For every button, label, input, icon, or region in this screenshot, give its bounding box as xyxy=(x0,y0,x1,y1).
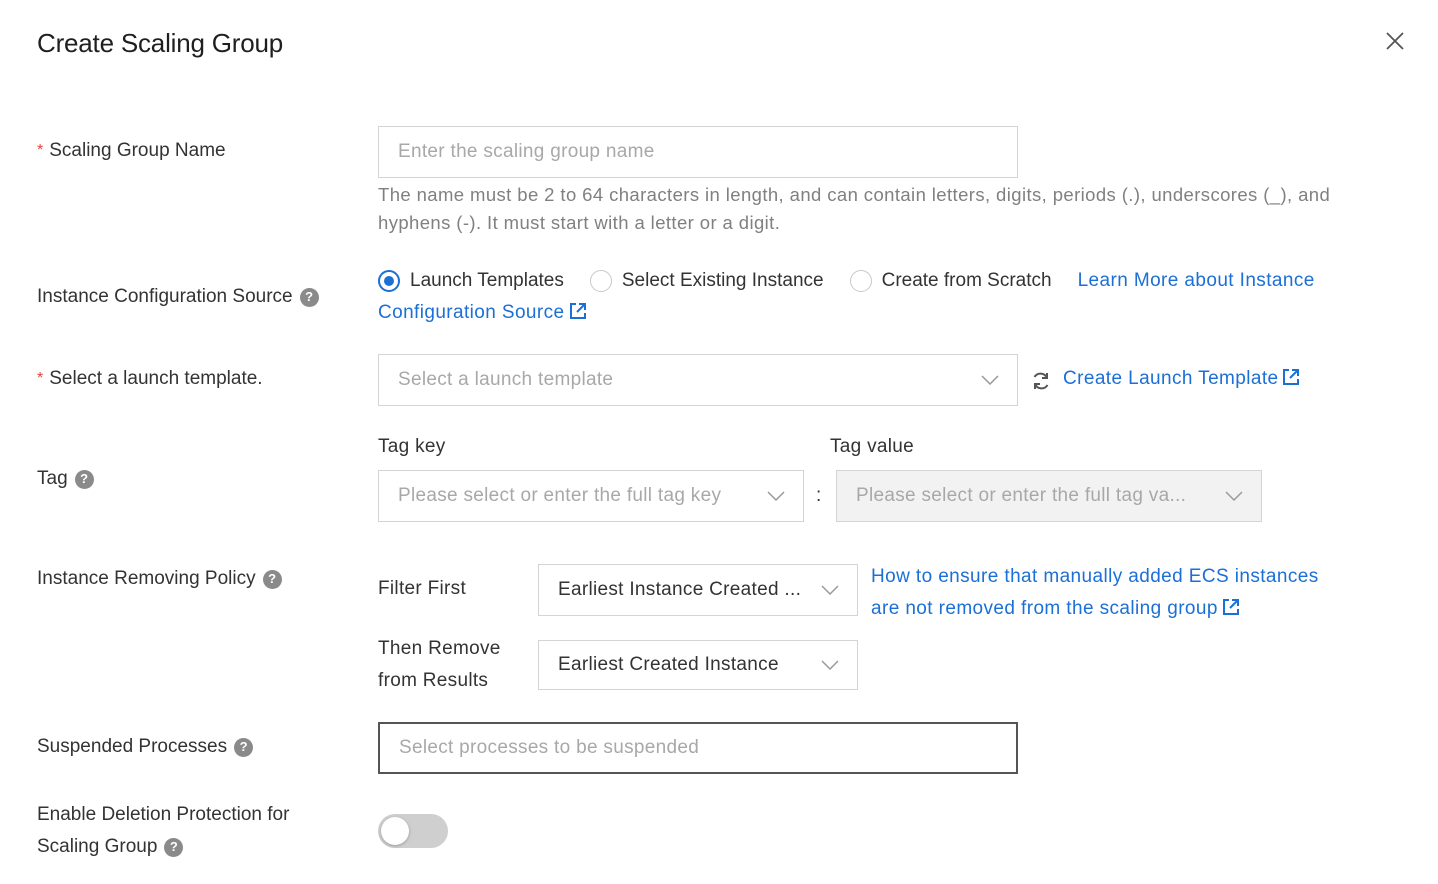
radio-label: Select Existing Instance xyxy=(621,270,824,291)
radio-launch-templates[interactable]: Launch Templates xyxy=(378,265,564,297)
close-icon[interactable] xyxy=(1382,28,1408,54)
create-launch-template-text[interactable]: Create Launch Template xyxy=(1063,368,1278,389)
deletion-protection-label-text: Scaling Group xyxy=(37,836,158,857)
help-icon[interactable]: ? xyxy=(74,469,94,489)
chevron-down-icon xyxy=(821,660,839,670)
filter-first-select[interactable]: Earliest Instance Created ... xyxy=(538,564,858,616)
suspended-processes-label-text: Suspended Processes xyxy=(37,736,228,757)
deletion-protection-label-text: Enable Deletion Protection for xyxy=(37,804,290,825)
tag-value-placeholder: Please select or enter the full tag va..… xyxy=(856,485,1187,506)
then-remove-label-line1: Then Remove xyxy=(378,638,501,659)
required-mark: * xyxy=(37,142,44,159)
filter-first-label: Filter First xyxy=(378,578,467,599)
removing-policy-label-text: Instance Removing Policy xyxy=(37,568,256,589)
help-icon[interactable]: ? xyxy=(164,837,184,857)
radio-unchecked-icon xyxy=(849,270,872,292)
tag-key-placeholder: Please select or enter the full tag key xyxy=(398,485,722,506)
tag-key-label: Tag key xyxy=(378,436,446,457)
chevron-down-icon xyxy=(767,491,785,501)
removing-policy-help-link-line1[interactable]: How to ensure that manually added ECS in… xyxy=(871,566,1319,587)
tag-value-select[interactable]: Please select or enter the full tag va..… xyxy=(836,470,1262,522)
tag-label-text: Tag xyxy=(37,468,68,489)
tag-key-select[interactable]: Please select or enter the full tag key xyxy=(378,470,804,522)
filter-first-value: Earliest Instance Created ... xyxy=(558,579,802,600)
learn-more-link[interactable]: Learn More about Instance xyxy=(1078,265,1315,297)
refresh-icon[interactable] xyxy=(1030,370,1052,392)
help-icon[interactable]: ? xyxy=(299,287,319,307)
suspended-processes-label: Suspended Processes ? xyxy=(37,731,254,763)
radio-create-from-scratch[interactable]: Create from Scratch xyxy=(849,265,1052,297)
chevron-down-icon xyxy=(1225,491,1243,501)
chevron-down-icon xyxy=(821,585,839,595)
radio-unchecked-icon xyxy=(589,270,612,292)
radio-select-existing-instance[interactable]: Select Existing Instance xyxy=(589,265,824,297)
removing-policy-help-link-line2[interactable]: are not removed from the scaling group xyxy=(871,598,1218,619)
config-source-label-text: Instance Configuration Source xyxy=(37,286,293,307)
dialog-title: Create Scaling Group xyxy=(37,28,284,58)
then-remove-value: Earliest Created Instance xyxy=(558,654,779,675)
launch-template-select[interactable]: Select a launch template xyxy=(378,354,1018,406)
group-name-hint: The name must be 2 to 64 characters in l… xyxy=(378,184,1331,233)
required-mark: * xyxy=(37,370,44,387)
help-icon[interactable]: ? xyxy=(262,569,282,589)
help-icon[interactable]: ? xyxy=(234,737,254,757)
learn-more-link-continued[interactable]: Configuration Source xyxy=(378,297,587,331)
launch-template-label: * Select a launch template. xyxy=(37,363,263,395)
removing-policy-help-link-continued[interactable]: are not removed from the scaling group xyxy=(871,593,1240,627)
launch-template-placeholder: Select a launch template xyxy=(398,369,614,390)
tag-label: Tag ? xyxy=(37,463,94,495)
deletion-protection-label-line1: Enable Deletion Protection for xyxy=(37,799,289,831)
config-source-radio-group: Launch Templates Select Existing Instanc… xyxy=(378,265,1315,297)
group-name-input[interactable] xyxy=(378,126,1018,178)
tag-separator: : xyxy=(816,485,822,506)
external-link-icon xyxy=(569,299,587,331)
then-remove-select[interactable]: Earliest Created Instance xyxy=(538,640,858,690)
radio-checked-icon xyxy=(378,270,400,292)
radio-label: Create from Scratch xyxy=(881,270,1052,291)
external-link-icon xyxy=(1282,365,1300,397)
chevron-down-icon xyxy=(981,375,999,385)
removing-policy-help-link[interactable]: How to ensure that manually added ECS in… xyxy=(871,561,1319,593)
group-name-label: * Scaling Group Name xyxy=(37,135,226,167)
removing-policy-label: Instance Removing Policy ? xyxy=(37,563,282,595)
group-name-label-text: Scaling Group Name xyxy=(49,140,226,161)
toggle-knob xyxy=(381,817,409,845)
launch-template-label-text: Select a launch template. xyxy=(49,368,263,389)
deletion-protection-toggle[interactable] xyxy=(378,814,448,848)
create-launch-template-link[interactable]: Create Launch Template xyxy=(1063,363,1300,397)
then-remove-label-line2: from Results xyxy=(378,670,489,691)
suspended-processes-input[interactable] xyxy=(378,722,1018,774)
deletion-protection-label-line2: Scaling Group ? xyxy=(37,831,184,863)
radio-label: Launch Templates xyxy=(410,270,564,291)
config-source-label: Instance Configuration Source ? xyxy=(37,281,319,313)
learn-more-link-text[interactable]: Configuration Source xyxy=(378,302,565,323)
tag-value-label: Tag value xyxy=(830,436,915,457)
external-link-icon xyxy=(1222,595,1240,627)
